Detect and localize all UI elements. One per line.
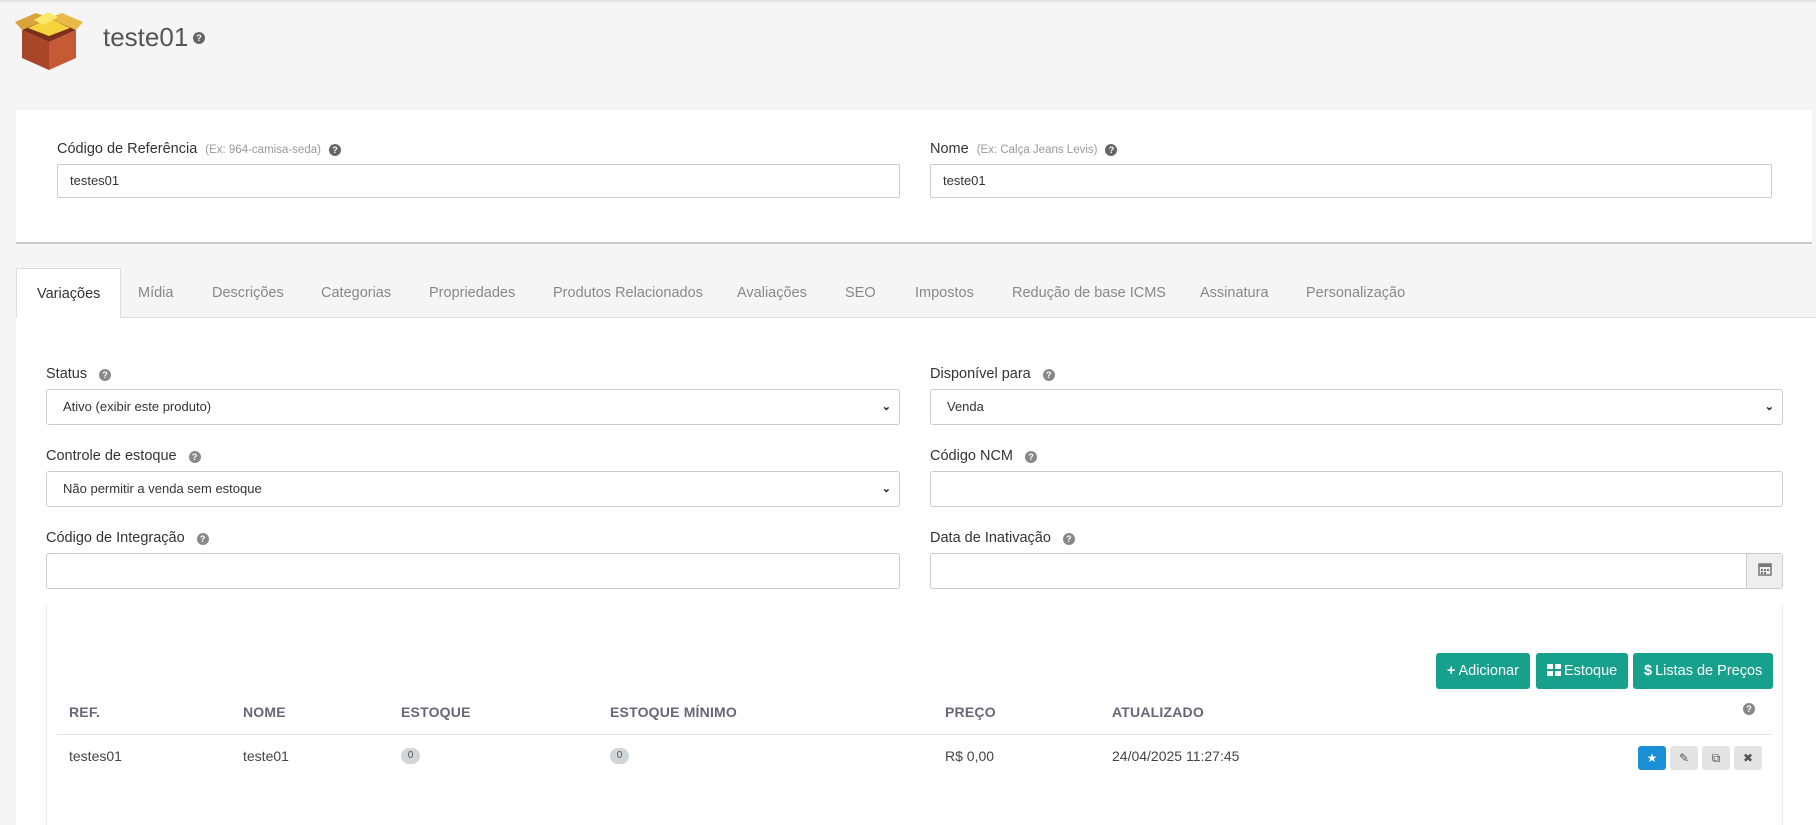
tab-seo[interactable]: SEO xyxy=(845,268,876,318)
tab-variacoes[interactable]: Variações xyxy=(16,268,122,319)
tab-midia[interactable]: Mídia xyxy=(138,268,173,318)
price-lists-button-label: Listas de Preços xyxy=(1655,663,1763,679)
col-estoque-minimo: ESTOQUE MÍNIMO xyxy=(610,704,737,720)
ref-input[interactable]: testes01 xyxy=(57,164,900,198)
add-button[interactable]: + Adicionar xyxy=(1436,653,1530,689)
status-select-value: Ativo (exibir este produto) xyxy=(63,399,212,414)
top-border xyxy=(0,0,1816,2)
tab-avaliacoes[interactable]: Avaliações xyxy=(737,268,807,318)
question-circle-icon[interactable]: ? xyxy=(99,369,112,381)
calendar-icon[interactable] xyxy=(1746,554,1782,588)
disponivel-select[interactable]: Venda ⌄ xyxy=(930,389,1783,425)
row-atualizado: 24/04/2025 11:27:45 xyxy=(1112,748,1240,764)
row-ref: testes01 xyxy=(69,748,122,764)
status-label: Status? xyxy=(46,366,112,382)
ref-label-text: Código de Referência xyxy=(57,141,198,157)
ncm-label: Código NCM? xyxy=(930,448,1037,464)
question-circle-icon[interactable]: ? xyxy=(328,144,341,156)
stock-button-label: Estoque xyxy=(1564,663,1618,679)
tab-assinatura[interactable]: Assinatura xyxy=(1200,268,1269,318)
disponivel-select-value: Venda xyxy=(947,399,984,414)
price-lists-button[interactable]: $ Listas de Preços xyxy=(1633,653,1774,689)
tab-propriedades[interactable]: Propriedades xyxy=(429,268,515,318)
estoque-label-text: Controle de estoque xyxy=(46,448,177,464)
question-circle-icon[interactable]: ? xyxy=(193,32,205,44)
question-circle-icon[interactable]: ? xyxy=(188,451,201,463)
name-hint: (Ex: Calça Jeans Levis) xyxy=(976,144,1098,156)
tab-impostos[interactable]: Impostos xyxy=(915,268,974,318)
estoque-label: Controle de estoque? xyxy=(46,448,201,464)
chevron-down-icon: ⌄ xyxy=(881,483,891,495)
times-icon[interactable]: ✖ xyxy=(1734,746,1762,770)
question-circle-icon[interactable]: ? xyxy=(1062,533,1075,545)
plus-icon: + xyxy=(1447,663,1456,679)
question-circle-icon[interactable]: ? xyxy=(1105,144,1118,156)
col-nome: NOME xyxy=(243,704,286,720)
row-estoque-badge: 0 xyxy=(401,748,420,764)
name-input[interactable]: teste01 xyxy=(930,164,1772,198)
add-button-label: Adicionar xyxy=(1458,663,1519,679)
disponivel-label: Disponível para? xyxy=(930,366,1055,382)
inativacao-label: Data de Inativação? xyxy=(930,530,1075,546)
row-nome: teste01 xyxy=(243,748,289,764)
question-circle-icon[interactable]: ? xyxy=(196,533,209,545)
star-icon[interactable]: ★ xyxy=(1638,746,1666,770)
chevron-down-icon: ⌄ xyxy=(881,401,891,413)
row-preco: R$ 0,00 xyxy=(945,748,995,764)
controle-estoque-select[interactable]: Não permitir a venda sem estoque ⌄ xyxy=(46,471,900,507)
status-select[interactable]: Ativo (exibir este produto) ⌄ xyxy=(46,389,900,425)
variations-table-panel xyxy=(46,605,1783,825)
chevron-down-icon: ⌄ xyxy=(1764,401,1774,413)
controle-estoque-value: Não permitir a venda sem estoque xyxy=(63,481,262,496)
question-circle-icon[interactable]: ? xyxy=(1025,451,1037,463)
page-title: teste01 xyxy=(103,22,189,52)
col-ref: REF. xyxy=(69,704,101,720)
question-circle-icon[interactable]: ? xyxy=(1042,369,1055,381)
inativacao-label-text: Data de Inativação xyxy=(930,530,1051,546)
disponivel-label-text: Disponível para xyxy=(930,366,1031,382)
ncm-label-text: Código NCM xyxy=(930,448,1013,464)
integracao-input[interactable] xyxy=(46,553,900,589)
name-label: Nome (Ex: Calça Jeans Levis)? xyxy=(930,141,1118,157)
th-large-icon xyxy=(1547,654,1561,690)
integracao-label: Código de Integração? xyxy=(46,530,209,546)
inativacao-date-input[interactable] xyxy=(930,553,1783,589)
tab-categorias[interactable]: Categorias xyxy=(321,268,391,318)
col-preco: PREÇO xyxy=(945,704,996,720)
ncm-input[interactable] xyxy=(930,471,1783,507)
dollar-icon: $ xyxy=(1644,663,1653,679)
table-divider xyxy=(57,734,1772,735)
ref-hint: (Ex: 964-camisa-seda) xyxy=(205,144,321,156)
col-estoque: ESTOQUE xyxy=(401,704,471,720)
copy-icon[interactable]: ⧉ xyxy=(1702,746,1730,770)
tab-reducao-icms[interactable]: Redução de base ICMS xyxy=(1012,268,1166,318)
status-label-text: Status xyxy=(46,366,88,382)
col-atualizado: ATUALIZADO xyxy=(1112,704,1204,720)
tab-produtos-relacionados[interactable]: Produtos Relacionados xyxy=(553,268,703,318)
integracao-label-text: Código de Integração xyxy=(46,530,185,546)
tab-bar: Variações Mídia Descrições Categorias Pr… xyxy=(16,268,1816,319)
row-estoque-minimo-badge: 0 xyxy=(610,748,629,764)
stock-button[interactable]: Estoque xyxy=(1536,653,1629,690)
name-label-text: Nome xyxy=(930,141,969,157)
pencil-icon[interactable]: ✎ xyxy=(1670,746,1698,770)
ref-label: Código de Referência (Ex: 964-camisa-seda… xyxy=(57,141,341,157)
question-circle-icon[interactable]: ? xyxy=(1743,703,1755,715)
tab-personalizacao[interactable]: Personalização xyxy=(1306,268,1405,318)
tab-descricoes[interactable]: Descrições xyxy=(212,268,284,318)
product-box-logo xyxy=(15,12,83,70)
